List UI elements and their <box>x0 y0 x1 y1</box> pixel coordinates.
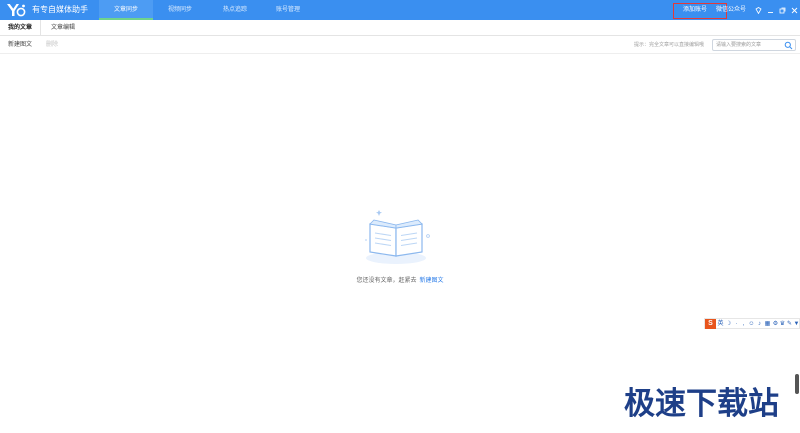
toolbar-hint: 提示：完全文章可以直接编辑哦 <box>634 42 705 48</box>
ime-dot-icon[interactable]: · <box>733 319 740 329</box>
tab-article-sync[interactable]: 文章同步 <box>99 0 153 20</box>
ime-lang-toggle[interactable]: 英 <box>717 319 724 329</box>
empty-state-message: 您还没有文章，赶紧去 新建图文 <box>0 277 800 285</box>
tab-account-management[interactable]: 账号管理 <box>261 0 315 20</box>
search-input[interactable] <box>716 40 784 50</box>
ime-toolbar: S 英 ☽ · , ☺ ♪ ▦ ⚙ ♛ ✎ ▼ <box>704 318 800 329</box>
ime-skin-icon[interactable]: ♛ <box>779 319 786 329</box>
restore-icon[interactable] <box>777 0 787 20</box>
close-icon[interactable] <box>789 0 799 20</box>
tab-video-sync[interactable]: 视频同步 <box>153 0 207 20</box>
scrollbar-thumb[interactable] <box>795 374 799 394</box>
empty-state-new-article-link[interactable]: 新建图文 <box>420 278 444 284</box>
ime-settings-icon[interactable]: ⚙ <box>772 319 779 329</box>
tab-hot-tracking[interactable]: 热点追踪 <box>208 0 262 20</box>
search-icon[interactable] <box>784 41 793 50</box>
ime-tools-icon[interactable]: ✎ <box>786 319 793 329</box>
minimize-icon[interactable] <box>765 0 775 20</box>
subtab-my-articles[interactable]: 我的文章 <box>0 20 42 36</box>
pin-icon[interactable] <box>753 0 763 20</box>
subtab-article-editor[interactable]: 文章编辑 <box>43 20 83 36</box>
wechat-official-account-button[interactable]: 微信公众号 <box>716 0 746 20</box>
app-title: 有专自媒体助手 <box>32 5 88 14</box>
ime-more-icon[interactable]: ▼ <box>793 319 800 329</box>
ime-emoji-icon[interactable]: ☺ <box>748 319 755 329</box>
empty-state-text: 您还没有文章，赶紧去 <box>356 278 417 284</box>
open-book-icon <box>365 210 430 264</box>
delete-button[interactable]: 删除 <box>46 36 58 54</box>
watermark-text: 极速下载站 <box>624 386 779 422</box>
ime-moon-icon[interactable]: ☽ <box>725 319 732 329</box>
sogou-ime-logo-icon[interactable]: S <box>705 319 716 329</box>
add-account-button[interactable]: 添加账号 <box>683 0 707 20</box>
ime-comma-icon[interactable]: , <box>740 319 747 329</box>
app-logo-icon <box>7 4 26 17</box>
title-bar: 有专自媒体助手 文章同步 视频同步 热点追踪 账号管理 添加账号 微信公众号 <box>0 0 800 20</box>
ime-keyboard-icon[interactable]: ▦ <box>764 319 771 329</box>
search-box <box>712 39 796 51</box>
article-toolbar: 新建图文 删除 提示：完全文章可以直接编辑哦 <box>0 36 800 54</box>
new-article-button[interactable]: 新建图文 <box>8 36 32 54</box>
ime-voice-icon[interactable]: ♪ <box>756 319 763 329</box>
sub-tabs: 我的文章 文章编辑 <box>0 20 800 36</box>
